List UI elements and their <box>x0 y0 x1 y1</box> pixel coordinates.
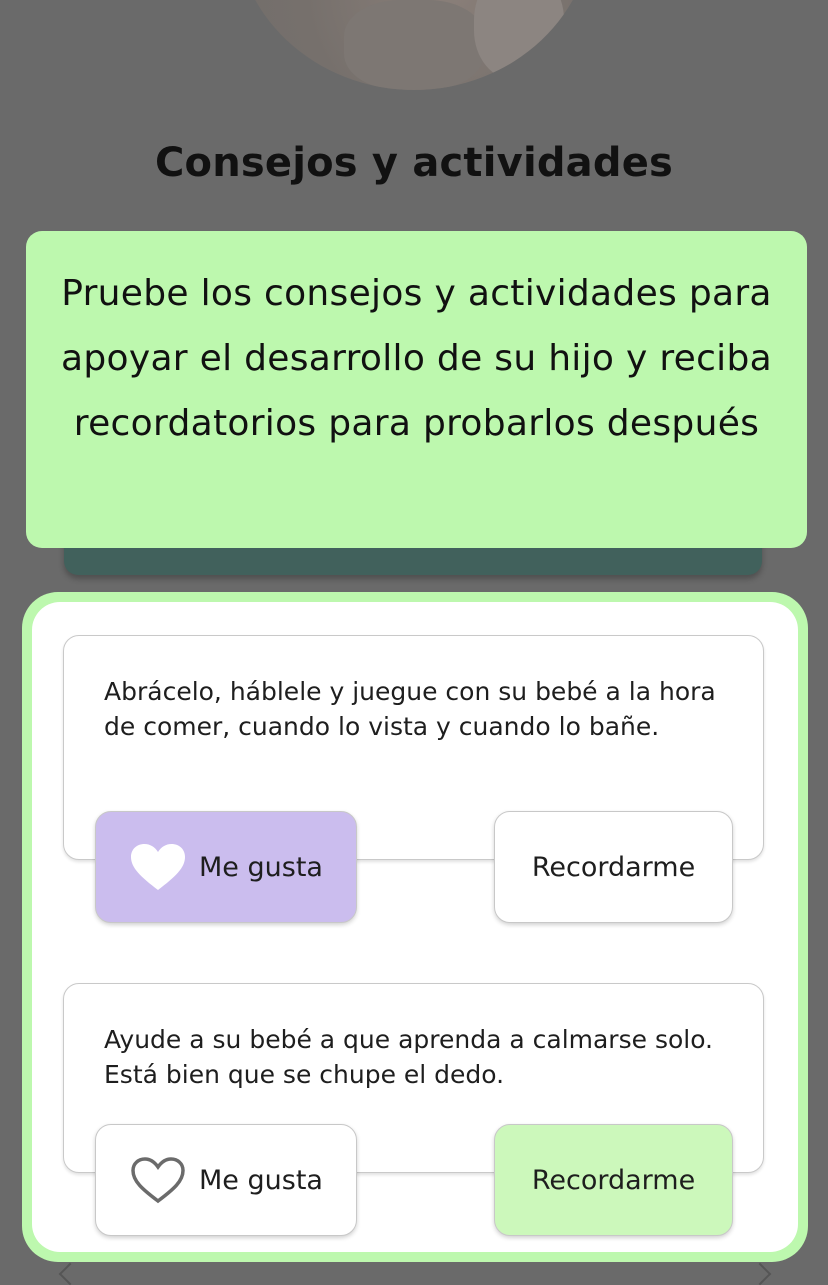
tips-list: Abrácelo, háblele y juegue con su bebé a… <box>32 602 798 1252</box>
onboarding-tooltip: Pruebe los consejos y actividades para a… <box>26 231 807 548</box>
profile-photo <box>234 0 594 90</box>
heart-filled-icon <box>129 842 187 892</box>
like-label: Me gusta <box>199 1164 323 1196</box>
chevron-right-icon <box>748 1262 772 1285</box>
like-label: Me gusta <box>199 851 323 883</box>
chevron-left-icon <box>58 1262 82 1285</box>
remind-button[interactable]: Recordarme <box>494 1124 733 1236</box>
heart-outline-icon <box>129 1155 187 1205</box>
remind-label: Recordarme <box>531 851 696 883</box>
tooltip-text: Pruebe los consejos y actividades para a… <box>61 273 772 444</box>
like-button[interactable]: Me gusta <box>95 811 357 923</box>
highlighted-tips-panel: Abrácelo, háblele y juegue con su bebé a… <box>22 592 808 1262</box>
tip-text: Abrácelo, háblele y juegue con su bebé a… <box>104 677 716 741</box>
section-title: Consejos y actividades <box>154 140 674 186</box>
remind-button[interactable]: Recordarme <box>494 811 733 923</box>
remind-label: Recordarme <box>531 1164 696 1196</box>
like-button[interactable]: Me gusta <box>95 1124 357 1236</box>
tip-text: Ayude a su bebé a que aprenda a calmarse… <box>104 1025 714 1089</box>
